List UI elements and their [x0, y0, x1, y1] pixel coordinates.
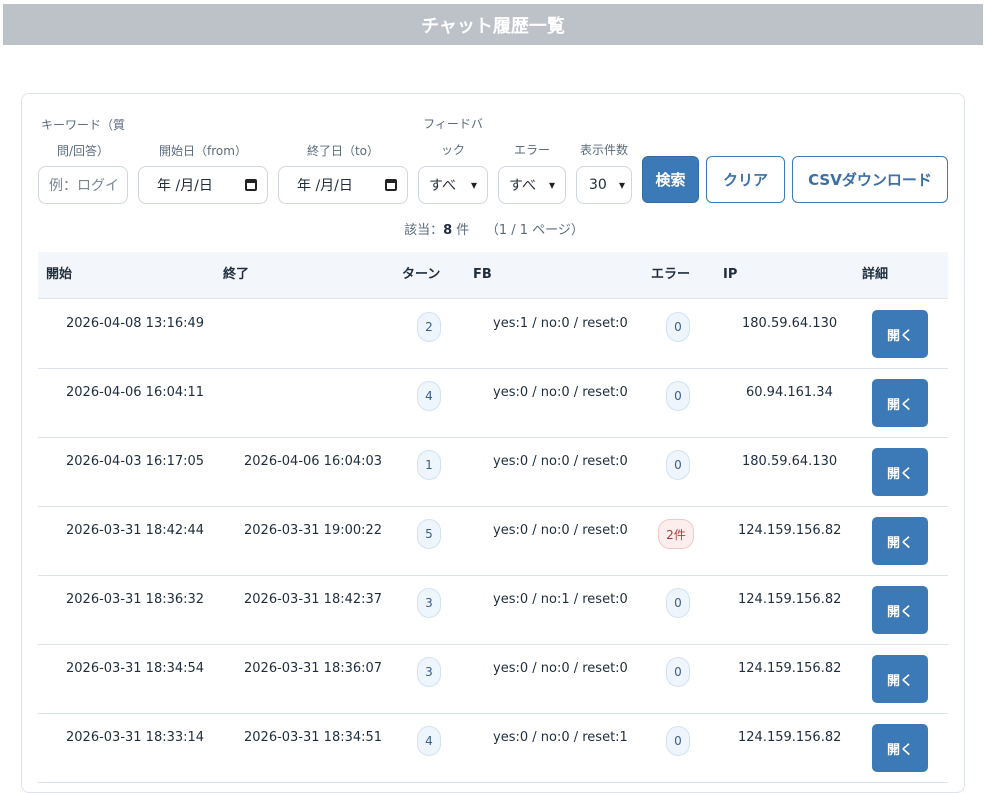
- chevron-down-icon: ▾: [618, 178, 625, 192]
- from-date-label: 開始日（from）: [159, 144, 247, 158]
- feedback-label-line1: フィードバ: [423, 117, 483, 131]
- feedback-select[interactable]: すべ ▾: [418, 166, 488, 204]
- count-select[interactable]: 30 ▾: [576, 166, 632, 204]
- feedback-summary: yes:0 / no:0 / reset:0: [493, 661, 628, 676]
- ip-address: 124.159.156.82: [738, 661, 842, 676]
- open-button[interactable]: 開く: [872, 379, 928, 427]
- from-date-input[interactable]: 年 /月/日: [138, 166, 268, 204]
- count-select-value: 30: [589, 177, 607, 193]
- error-select[interactable]: すべ ▾: [498, 166, 566, 204]
- ip-address: 180.59.64.130: [742, 454, 838, 469]
- keyword-label-line2: 問/回答）: [56, 144, 110, 158]
- turn-badge: 5: [417, 519, 441, 549]
- csv-download-button[interactable]: CSVダウンロード: [792, 156, 948, 203]
- ip-address: 124.159.156.82: [738, 523, 842, 538]
- error-badge: 0: [666, 588, 690, 618]
- page-info: （1 / 1 ページ）: [485, 223, 584, 238]
- turn-badge: 1: [417, 450, 441, 480]
- error-badge: 2件: [658, 519, 694, 549]
- error-badge: 0: [666, 726, 690, 756]
- keyword-input[interactable]: 例：ログイ: [38, 166, 128, 204]
- result-count: 8: [443, 223, 453, 238]
- table-row: 2026-03-31 18:34:54 2026-03-31 18:36:07 …: [38, 645, 948, 714]
- ip-address: 180.59.64.130: [742, 316, 838, 331]
- col-ip: IP: [723, 267, 738, 282]
- col-fb: FB: [473, 267, 492, 282]
- end-time: 2026-03-31 19:00:22: [244, 523, 383, 538]
- error-badge: 0: [666, 381, 690, 411]
- open-button[interactable]: 開く: [872, 517, 928, 565]
- table-row: 2026-04-08 13:16:49 2 yes:1 / no:0 / res…: [38, 300, 948, 369]
- from-date-value: 年 /月/日: [157, 178, 213, 194]
- col-start: 開始: [46, 267, 73, 282]
- end-time: 2026-03-31 18:42:37: [244, 592, 383, 607]
- page-title: チャット履歴一覧: [421, 15, 565, 37]
- count-label: 表示件数: [579, 143, 628, 157]
- feedback-summary: yes:0 / no:0 / reset:0: [493, 385, 628, 400]
- start-time: 2026-03-31 18:42:44: [66, 523, 205, 538]
- history-card: キーワード（質 問/回答） 開始日（from） 終了日（to） フィードバ ック…: [21, 93, 965, 793]
- error-badge: 0: [666, 312, 690, 342]
- table-row: 2026-03-31 18:42:44 2026-03-31 19:00:22 …: [38, 507, 948, 576]
- turn-badge: 3: [417, 588, 441, 618]
- turn-badge: 3: [417, 657, 441, 687]
- start-time: 2026-04-03 16:17:05: [66, 454, 205, 469]
- open-button[interactable]: 開く: [872, 655, 928, 703]
- keyword-placeholder: 例：ログイ: [49, 178, 119, 194]
- calendar-icon[interactable]: [385, 179, 397, 191]
- open-button[interactable]: 開く: [872, 724, 928, 772]
- ip-address: 60.94.161.34: [746, 385, 833, 400]
- feedback-summary: yes:0 / no:0 / reset:0: [493, 523, 628, 538]
- open-button[interactable]: 開く: [872, 586, 928, 634]
- feedback-summary: yes:1 / no:0 / reset:0: [493, 316, 628, 331]
- start-time: 2026-04-06 16:04:11: [66, 385, 205, 400]
- start-time: 2026-04-08 13:16:49: [66, 316, 205, 331]
- end-time: 2026-03-31 18:34:51: [244, 730, 383, 745]
- start-time: 2026-03-31 18:34:54: [66, 661, 205, 676]
- table-row: 2026-04-06 16:04:11 4 yes:0 / no:0 / res…: [38, 369, 948, 438]
- col-error: エラー: [651, 267, 691, 282]
- feedback-select-value: すべ: [429, 178, 457, 194]
- col-turns: ターン: [402, 267, 441, 282]
- turn-badge: 2: [417, 312, 441, 342]
- error-filter-label: エラー: [513, 143, 550, 157]
- table-row: 2026-03-31 18:33:14 2026-03-31 18:34:51 …: [38, 714, 948, 783]
- table-row: 2026-04-03 16:17:05 2026-04-06 16:04:03 …: [38, 438, 948, 507]
- chevron-down-icon: ▾: [548, 178, 555, 192]
- ip-address: 124.159.156.82: [738, 730, 842, 745]
- col-end: 終了: [223, 267, 250, 282]
- error-badge: 0: [666, 657, 690, 687]
- clear-button[interactable]: クリア: [706, 156, 785, 203]
- to-date-value: 年 /月/日: [297, 178, 353, 194]
- open-button[interactable]: 開く: [872, 310, 928, 358]
- end-time: 2026-04-06 16:04:03: [244, 454, 383, 469]
- end-time: 2026-03-31 18:36:07: [244, 661, 383, 676]
- turn-badge: 4: [417, 726, 441, 756]
- chevron-down-icon: ▾: [470, 178, 477, 192]
- feedback-summary: yes:0 / no:0 / reset:1: [493, 730, 628, 745]
- ip-address: 124.159.156.82: [738, 592, 842, 607]
- search-button[interactable]: 検索: [642, 156, 699, 203]
- calendar-icon[interactable]: [245, 179, 257, 191]
- summary-prefix: 該当：: [404, 223, 444, 238]
- col-detail: 詳細: [862, 267, 889, 282]
- result-summary: 該当：8 件 （1 / 1 ページ）: [22, 219, 966, 238]
- feedback-summary: yes:0 / no:1 / reset:0: [493, 592, 628, 607]
- feedback-summary: yes:0 / no:0 / reset:0: [493, 454, 628, 469]
- page-header: チャット履歴一覧: [3, 4, 983, 45]
- error-select-value: すべ: [509, 178, 537, 194]
- summary-unit: 件: [456, 223, 470, 238]
- open-button[interactable]: 開く: [872, 448, 928, 496]
- error-badge: 0: [666, 450, 690, 480]
- start-time: 2026-03-31 18:36:32: [66, 592, 205, 607]
- table-row: 2026-03-31 18:36:32 2026-03-31 18:42:37 …: [38, 576, 948, 645]
- turn-badge: 4: [417, 381, 441, 411]
- to-date-label: 終了日（to）: [306, 144, 380, 158]
- start-time: 2026-03-31 18:33:14: [66, 730, 205, 745]
- keyword-label-line1: キーワード（質: [40, 118, 125, 132]
- feedback-label-line2: ック: [440, 143, 465, 157]
- table-header: 開始 終了 ターン FB エラー IP 詳細: [38, 252, 948, 299]
- to-date-input[interactable]: 年 /月/日: [278, 166, 408, 204]
